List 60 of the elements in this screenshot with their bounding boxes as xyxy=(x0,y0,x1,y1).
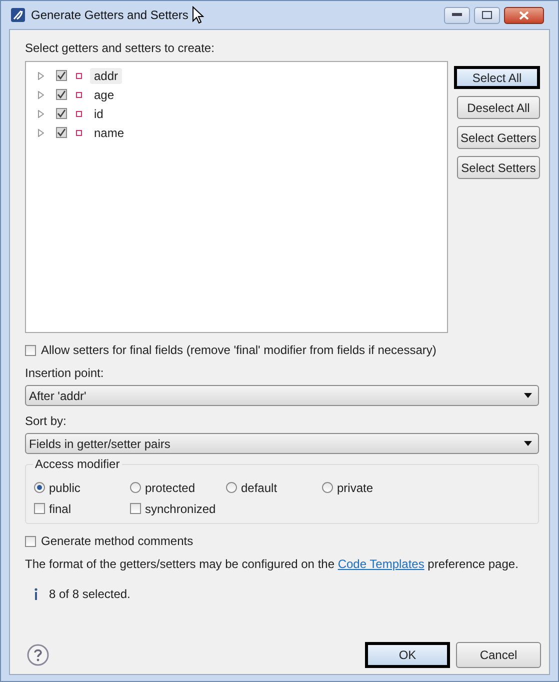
instruction-label: Select getters and setters to create: xyxy=(25,40,216,56)
status-text: 8 of 8 selected. xyxy=(49,587,130,601)
maximize-button[interactable] xyxy=(474,6,500,24)
expand-icon[interactable] xyxy=(38,110,44,118)
minimize-button[interactable] xyxy=(444,6,470,24)
note-text: The format of the getters/setters may be configured on the Code Templates preference page. xyxy=(25,557,520,571)
radio-label: private xyxy=(337,480,374,494)
checkbox[interactable] xyxy=(56,108,67,119)
radio-label: protected xyxy=(145,480,196,494)
field-icon xyxy=(76,110,82,116)
sort-by-dropdown[interactable]: Fields in getter/setter pairs xyxy=(25,433,539,454)
expand-icon[interactable] xyxy=(38,72,44,80)
insertion-point-dropdown[interactable]: After 'addr' xyxy=(25,385,539,406)
dropdown-arrow-icon xyxy=(524,441,532,446)
checkbox[interactable] xyxy=(25,536,36,546)
radio-button[interactable] xyxy=(130,482,141,493)
group-title: Access modifier xyxy=(33,457,122,471)
checkbox[interactable] xyxy=(56,89,67,100)
code-templates-link[interactable]: Code Templates xyxy=(338,557,424,571)
dialog-button[interactable]: OK xyxy=(365,642,450,668)
field-item[interactable]: id xyxy=(90,106,108,122)
expand-icon[interactable] xyxy=(38,90,44,98)
dropdown-arrow-icon xyxy=(524,393,532,398)
field-icon xyxy=(76,72,82,78)
checkbox[interactable] xyxy=(130,503,141,514)
checkbox-label: synchronized xyxy=(145,502,216,516)
app-icon xyxy=(11,8,25,22)
field-item[interactable]: age xyxy=(90,86,118,102)
mouse-cursor-icon xyxy=(192,6,204,24)
radio-label: public xyxy=(49,480,80,494)
radio-button[interactable] xyxy=(34,482,45,493)
maximize-icon xyxy=(482,11,492,19)
close-icon xyxy=(519,10,529,20)
sort-by-label: Sort by: xyxy=(25,413,68,429)
expand-icon[interactable] xyxy=(38,128,44,136)
info-icon xyxy=(33,588,39,600)
checkbox[interactable] xyxy=(25,344,36,356)
minimize-icon xyxy=(452,13,462,17)
field-icon xyxy=(76,130,82,136)
checkbox-label: Generate method comments xyxy=(41,534,194,548)
insertion-point-label: Insertion point: xyxy=(25,365,105,381)
field-item[interactable]: addr xyxy=(90,68,122,84)
checkbox[interactable] xyxy=(56,70,67,81)
dialog-button[interactable]: Cancel xyxy=(456,642,541,668)
side-button[interactable]: Deselect All xyxy=(457,96,540,119)
radio-label: default xyxy=(241,480,278,494)
close-button[interactable] xyxy=(504,6,544,24)
radio-button[interactable] xyxy=(322,482,333,493)
side-button[interactable]: Select Getters xyxy=(457,126,540,149)
checkbox[interactable] xyxy=(56,127,67,138)
checkbox-label: final xyxy=(49,502,72,516)
field-item[interactable]: name xyxy=(90,124,128,140)
checkbox[interactable] xyxy=(34,503,45,514)
radio-button[interactable] xyxy=(226,482,237,493)
help-icon[interactable] xyxy=(27,644,49,666)
side-button[interactable]: Select Setters xyxy=(457,156,540,179)
checkbox-label: Allow setters for final fields (remove 'final' modifier from fields if necessary) xyxy=(41,343,436,357)
field-icon xyxy=(76,92,82,98)
side-button[interactable]: Select All xyxy=(454,66,540,89)
window-title: Generate Getters and Setters xyxy=(31,8,188,22)
